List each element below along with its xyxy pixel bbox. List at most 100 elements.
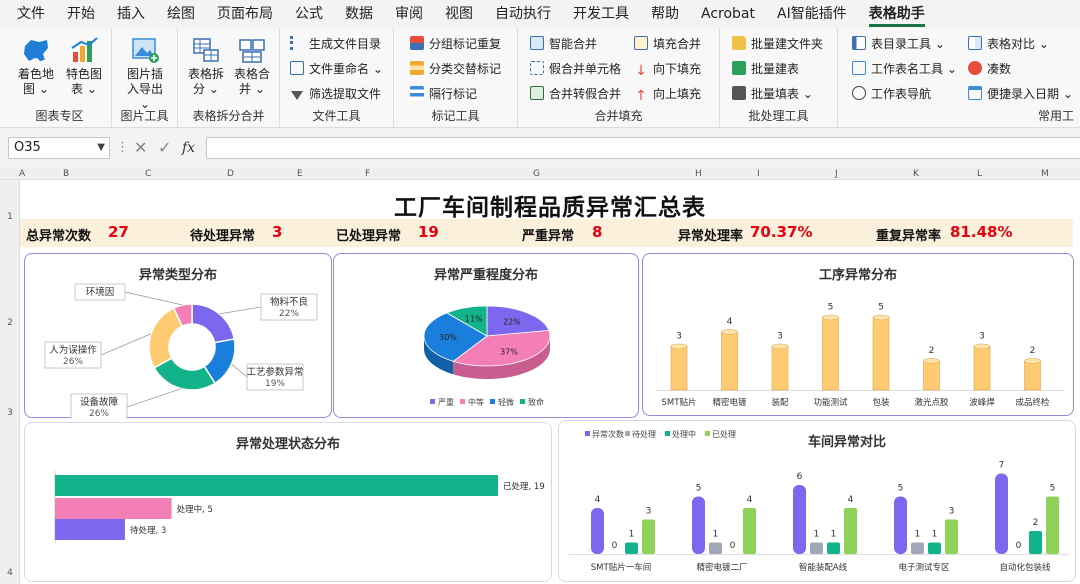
column-header[interactable]: A (19, 168, 25, 180)
process-data-label: 3 (979, 332, 985, 342)
process-bar-top (721, 329, 738, 335)
fake-merge-cells-button[interactable]: 假合并单元格 (530, 59, 621, 79)
menu-8[interactable]: 视图 (445, 0, 473, 28)
workshop-data-label: 2 (1033, 518, 1039, 528)
menu-14[interactable]: 表格助手 (868, 0, 925, 28)
chart-card-workshop: 车间异常对比 异常次数 待处理 处理中 已处理 4 0 1 3 SMT贴片一车间 5 1 0 4 精密电镀… (558, 420, 1076, 582)
column-header[interactable]: J (835, 168, 838, 180)
column-header[interactable]: G (533, 168, 540, 180)
fill-down-label: 向下填充 (653, 62, 702, 76)
menu-6[interactable]: 数据 (345, 0, 373, 28)
workshop-bar (911, 542, 924, 554)
table-compare-button[interactable]: 表格对比 ⌄ (968, 34, 1049, 54)
workshop-data-label: 0 (1016, 541, 1022, 551)
row-interval-mark-button[interactable]: 隔行标记 (410, 84, 477, 104)
group-label-merge-fill: 合并填充 (594, 109, 643, 123)
menu-4[interactable]: 页面布局 (217, 0, 273, 28)
process-data-label: 3 (777, 332, 783, 342)
generate-file-index-button[interactable]: 生成文件目录 (290, 34, 381, 54)
sheet-title: 工厂车间制程品质异常汇总表 (394, 194, 706, 221)
menu-5[interactable]: 公式 (295, 0, 323, 28)
formula-input[interactable] (206, 137, 1080, 159)
menu-3[interactable]: 绘图 (167, 0, 195, 28)
fill-down-button[interactable]: ↓ 向下填充 (634, 59, 701, 79)
make-up-number-button[interactable]: 凑数 (968, 59, 1011, 79)
process-bar (973, 346, 991, 391)
process-bar-top (872, 314, 890, 321)
status-bar (55, 519, 125, 540)
column-header[interactable]: K (913, 168, 919, 180)
legend-swatch (460, 399, 465, 404)
smart-merge-button[interactable]: 智能合并 (530, 34, 597, 54)
sheet-name-icon (852, 61, 866, 75)
column-header[interactable]: I (757, 168, 760, 180)
legend-swatch (490, 399, 495, 404)
column-header[interactable]: L (977, 168, 982, 180)
legend-label: 轻微 (498, 397, 514, 407)
workshop-tick-label: 电子测试专区 (898, 562, 950, 573)
menu-10[interactable]: 开发工具 (573, 0, 629, 28)
merge-to-fake-merge-button[interactable]: 合并转假合并 (530, 84, 621, 104)
row-header[interactable]: 2 (0, 318, 20, 328)
row-header[interactable]: 3 (0, 408, 20, 418)
status-data-label: 待处理, 3 (130, 525, 166, 536)
stat-label: 已处理异常 (336, 229, 402, 244)
column-header[interactable]: D (227, 168, 234, 180)
confirm-icon[interactable]: ✓ (158, 137, 171, 159)
cancel-icon[interactable]: ✕ (134, 137, 147, 159)
workshop-data-label: 1 (932, 530, 938, 540)
workshop-bar (793, 485, 806, 554)
name-box[interactable]: O35 ▼ (8, 137, 110, 159)
menu-2[interactable]: 插入 (117, 0, 145, 28)
column-header[interactable]: M (1041, 168, 1049, 180)
menu-11[interactable]: 帮助 (651, 0, 679, 28)
file-rename-button[interactable]: 文件重命名 ⌄ (290, 59, 383, 79)
menu-9[interactable]: 自动执行 (495, 0, 551, 28)
column-header[interactable]: E (297, 168, 303, 180)
status-label-value: 19 (534, 482, 545, 492)
process-bar (721, 331, 738, 391)
function-icon[interactable]: fx (182, 137, 195, 159)
map-icon (24, 40, 48, 61)
row-header[interactable]: 1 (0, 212, 20, 222)
quick-date-entry-button[interactable]: 便捷录入日期 ⌄ (968, 84, 1073, 104)
chevron-down-icon[interactable]: ▼ (97, 138, 105, 158)
color-map-button[interactable]: 着色地图 ⌄ (14, 34, 58, 97)
fill-up-button[interactable]: ↑ 向上填充 (634, 84, 701, 104)
alternate-category-mark-button[interactable]: 分类交替标记 (410, 59, 501, 79)
batch-create-folders-button[interactable]: 批量建文件夹 (732, 34, 823, 54)
more-options-icon[interactable]: ⋮ (116, 137, 129, 159)
menu-7[interactable]: 审阅 (395, 0, 423, 28)
batch-create-sheets-button[interactable]: 批量建表 (732, 59, 799, 79)
status-data-label: 已处理, 19 (503, 481, 545, 492)
workshop-bar (894, 496, 907, 554)
batch-fill-sheets-button[interactable]: 批量填表 ⌄ (732, 84, 813, 104)
sheet-name-tool-button[interactable]: 工作表名工具 ⌄ (852, 59, 957, 79)
workshop-bar (810, 542, 823, 554)
group-mark-duplicates-button[interactable]: 分组标记重复 (410, 34, 501, 54)
menu-13[interactable]: AI智能插件 (777, 0, 847, 28)
column-header[interactable]: B (63, 168, 69, 180)
menu-12[interactable]: Acrobat (701, 0, 755, 28)
column-header[interactable]: F (365, 168, 370, 180)
column-header[interactable]: H (695, 168, 702, 180)
workshop-bar (625, 542, 638, 554)
table-merge-button[interactable]: 表格合并 ⌄ (230, 34, 274, 97)
filter-extract-files-button[interactable]: 筛选提取文件 (290, 84, 381, 104)
fill-merge-button[interactable]: 填充合并 (634, 34, 701, 54)
special-chart-button[interactable]: 特色图表 ⌄ (62, 34, 106, 97)
workshop-tick-label: 自动化包装线 (999, 562, 1051, 573)
workshop-data-label: 1 (831, 530, 837, 540)
column-header[interactable]: C (145, 168, 151, 180)
menu-1[interactable]: 开始 (67, 0, 95, 28)
sheet-navigation-button[interactable]: 工作表导航 (852, 84, 931, 104)
process-bar (822, 317, 839, 391)
group-mark-duplicates-label: 分组标记重复 (429, 37, 502, 51)
process-bar-top (973, 343, 991, 350)
row-header[interactable]: 4 (0, 568, 20, 578)
menu-0[interactable]: 文件 (17, 0, 45, 28)
sheet-index-tool-button[interactable]: 表目录工具 ⌄ (852, 34, 945, 54)
arrow-up-icon: ↑ (635, 88, 647, 104)
table-split-button[interactable]: 表格拆分 ⌄ (184, 34, 228, 97)
image-insert-export-button[interactable]: 图片插入导出 ⌄ (123, 34, 167, 112)
